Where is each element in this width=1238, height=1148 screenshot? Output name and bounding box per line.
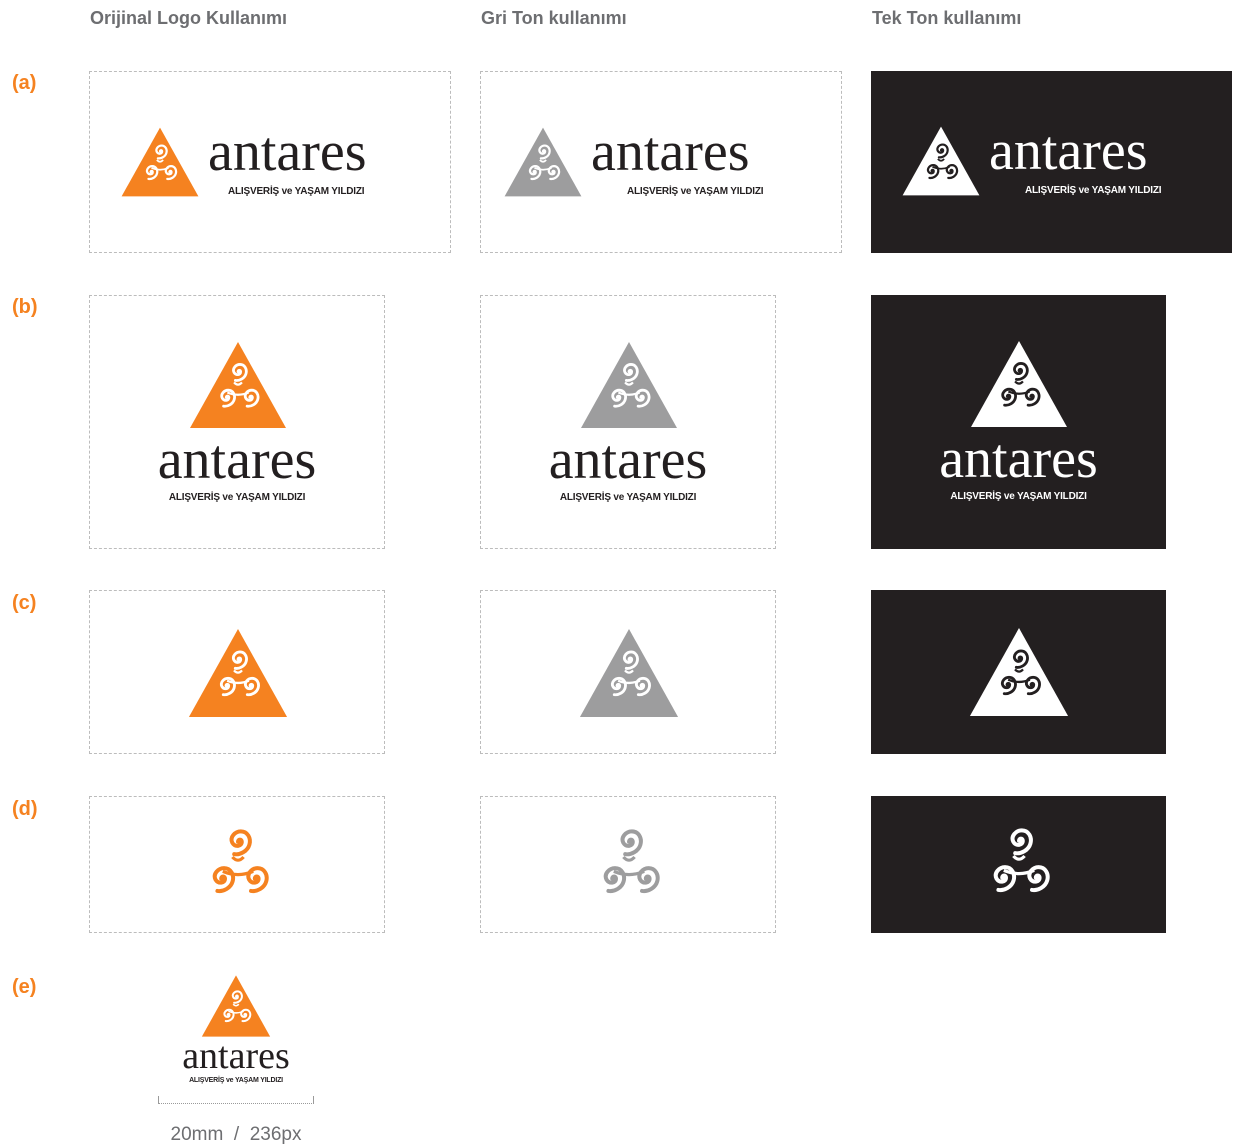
logo-horizontal: antares ALIŞVERİŞ ve YAŞAM YILDIZI	[503, 122, 823, 198]
panel-a-gray: antares ALIŞVERİŞ ve YAŞAM YILDIZI	[480, 71, 842, 253]
wordmark: antares	[548, 429, 708, 491]
triskele-icon	[583, 825, 675, 905]
triangle-logo-icon	[969, 628, 1069, 716]
row-label-a: (a)	[12, 72, 37, 94]
row-label-e: (e)	[12, 976, 37, 998]
column-header-gray: Gri Ton kullanımı	[481, 8, 627, 28]
tagline: ALIŞVERİŞ ve YAŞAM YILDIZI	[228, 186, 365, 197]
wordmark: antares	[208, 121, 367, 183]
wordmark: antares	[989, 120, 1148, 182]
panel-c-gray	[480, 590, 776, 754]
row-label-b: (b)	[12, 296, 38, 318]
min-size-label: 20mm / 236px	[130, 1122, 342, 1148]
tagline: ALIŞVERİŞ ve YAŞAM YILDIZI	[1025, 185, 1162, 196]
triskele-icon	[973, 824, 1065, 904]
wordmark: antares	[182, 1035, 290, 1077]
wordmark: antares	[157, 429, 317, 491]
tagline: ALIŞVERİŞ ve YAŞAM YILDIZI	[950, 491, 1087, 502]
triskele-icon	[192, 825, 284, 905]
panel-b-mono: antares ALIŞVERİŞ ve YAŞAM YILDIZI	[871, 295, 1166, 549]
column-header-original: Orijinal Logo Kullanımı	[90, 8, 288, 28]
triangle-logo-icon	[971, 341, 1067, 427]
min-size-px: 236px	[249, 1124, 302, 1145]
wordmark: antares	[939, 428, 1098, 490]
column-header-mono: Tek Ton kullanımı	[872, 8, 1022, 28]
triangle-logo-icon	[201, 975, 271, 1037]
triangle-logo-icon	[902, 126, 980, 196]
panel-a-original: antares ALIŞVERİŞ ve YAŞAM YILDIZI	[89, 71, 451, 253]
panel-b-original: antares ALIŞVERİŞ ve YAŞAM YILDIZI	[89, 295, 385, 549]
wordmark: antares	[591, 121, 750, 183]
triangle-logo-icon	[581, 342, 677, 428]
logo-min-size: antares ALIŞVERİŞ ve YAŞAM YILDIZI	[150, 972, 322, 1090]
triangle-logo-icon	[188, 629, 288, 717]
panel-b-gray: antares ALIŞVERİŞ ve YAŞAM YILDIZI	[480, 295, 776, 549]
tagline: ALIŞVERİŞ ve YAŞAM YILDIZI	[559, 492, 697, 503]
panel-d-mono	[871, 796, 1166, 933]
triangle-logo-icon	[579, 629, 679, 717]
min-size-separator: /	[233, 1124, 240, 1145]
panel-d-original	[89, 796, 385, 933]
panel-d-gray	[480, 796, 776, 933]
row-label-c: (c)	[12, 592, 37, 614]
tagline: ALIŞVERİŞ ve YAŞAM YILDIZI	[627, 186, 764, 197]
size-dimension-line	[158, 1096, 314, 1104]
triangle-logo-icon	[190, 342, 286, 428]
tagline: ALIŞVERİŞ ve YAŞAM YILDIZI	[168, 492, 306, 503]
panel-c-original	[89, 590, 385, 754]
row-label-d: (d)	[12, 798, 38, 820]
logo-horizontal: antares ALIŞVERİŞ ve YAŞAM YILDIZI	[120, 122, 420, 198]
panel-a-mono: antares ALIŞVERİŞ ve YAŞAM YILDIZI	[871, 71, 1232, 253]
triangle-logo-icon	[504, 127, 582, 197]
min-size-mm: 20mm	[170, 1124, 224, 1145]
logo-horizontal: antares ALIŞVERİŞ ve YAŞAM YILDIZI	[901, 121, 1221, 197]
triangle-logo-icon	[121, 127, 199, 197]
tagline: ALIŞVERİŞ ve YAŞAM YILDIZI	[189, 1077, 283, 1084]
panel-c-mono	[871, 590, 1166, 754]
